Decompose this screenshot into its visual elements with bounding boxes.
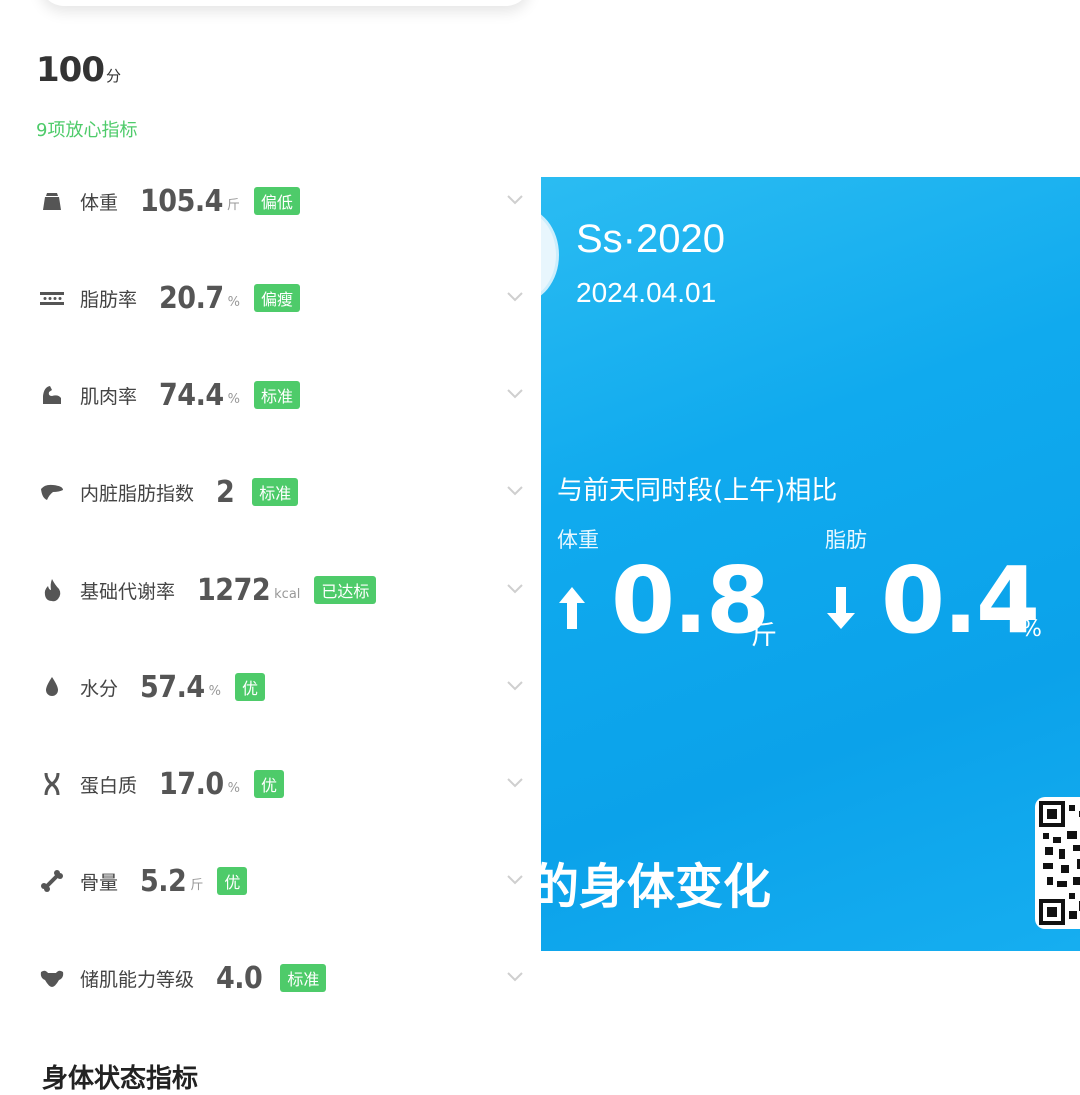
card-username: Ss·2020 xyxy=(576,217,725,261)
card-footer-text: 的身体变化 xyxy=(541,859,772,915)
metric-row-protein[interactable]: 蛋白质 17.0 % 优 xyxy=(36,754,536,814)
metric-value: 5.2 xyxy=(140,863,187,899)
metric-label: 体重 xyxy=(80,191,119,214)
metric-value: 17.0 xyxy=(159,766,224,802)
chevron-down-icon[interactable] xyxy=(506,774,524,793)
chevron-down-icon[interactable] xyxy=(506,968,524,987)
chevron-down-icon[interactable] xyxy=(506,385,524,404)
metric-label: 储肌能力等级 xyxy=(80,968,195,991)
body-fat-icon xyxy=(36,282,68,314)
metric-label: 骨量 xyxy=(80,871,119,894)
muscle-storage-icon xyxy=(36,962,68,994)
qr-code[interactable] xyxy=(1035,797,1080,929)
metric-row-visceral-fat[interactable]: 内脏脂肪指数 2 标准 xyxy=(36,462,536,522)
chevron-down-icon[interactable] xyxy=(506,191,524,210)
metric-row-muscle[interactable]: 肌肉率 74.4 % 标准 xyxy=(36,365,536,425)
metric-value: 20.7 xyxy=(159,280,224,316)
metric-value: 4.0 xyxy=(216,960,263,996)
status-badge: 已达标 xyxy=(314,576,377,604)
status-badge: 标准 xyxy=(280,964,327,992)
metric-label: 肌肉率 xyxy=(80,385,138,408)
status-badge: 标准 xyxy=(253,381,300,409)
fat-change-label: 脂肪 xyxy=(825,528,867,552)
chevron-down-icon[interactable] xyxy=(506,677,524,696)
flame-icon xyxy=(36,574,68,606)
status-badge: 偏低 xyxy=(253,187,300,215)
fat-change-unit: % xyxy=(1021,617,1042,642)
metric-value: 2 xyxy=(216,474,235,510)
metric-label: 内脏脂肪指数 xyxy=(80,482,195,505)
metric-unit: kcal xyxy=(274,587,301,602)
status-badge: 优 xyxy=(253,770,284,798)
metric-label: 脂肪率 xyxy=(80,288,138,311)
status-badge: 偏瘦 xyxy=(253,284,300,312)
water-drop-icon xyxy=(36,671,68,703)
metric-value: 74.4 xyxy=(159,377,224,413)
metric-label: 水分 xyxy=(80,677,119,700)
muscle-icon xyxy=(36,379,68,411)
status-badge: 优 xyxy=(217,867,248,895)
visceral-fat-icon xyxy=(36,476,68,508)
metric-label: 蛋白质 xyxy=(80,774,138,797)
metric-row-water[interactable]: 水分 57.4 % 优 xyxy=(36,657,536,717)
chevron-down-icon[interactable] xyxy=(506,288,524,307)
avatar xyxy=(541,207,559,303)
metric-unit: % xyxy=(227,295,240,310)
metric-row-weight[interactable]: 体重 105.4 斤 偏低 xyxy=(36,171,536,231)
metric-label: 基础代谢率 xyxy=(80,580,176,603)
metric-unit: 斤 xyxy=(190,878,204,893)
metric-value: 105.4 xyxy=(140,183,223,219)
chevron-down-icon[interactable] xyxy=(506,580,524,599)
arrow-up-icon xyxy=(557,585,587,635)
metric-row-muscle-storage[interactable]: 储肌能力等级 4.0 标准 xyxy=(36,948,536,1008)
metric-unit: 斤 xyxy=(226,198,240,213)
metric-unit: % xyxy=(227,392,240,407)
metric-unit: % xyxy=(208,684,221,699)
health-score: 100 分 xyxy=(36,50,121,90)
weight-change-label: 体重 xyxy=(557,528,599,552)
protein-dna-icon xyxy=(36,768,68,800)
fat-change-value: 0.4 xyxy=(881,547,1040,654)
score-subtitle: 9项放心指标 xyxy=(36,120,138,141)
status-badge: 标准 xyxy=(252,478,299,506)
metric-unit: % xyxy=(227,781,240,796)
weight-icon xyxy=(36,185,68,217)
score-unit: 分 xyxy=(105,67,121,85)
compare-title: 与前天同时段(上午)相比 xyxy=(557,476,838,506)
arrow-down-icon xyxy=(825,585,857,635)
card-date: 2024.04.01 xyxy=(576,277,717,308)
score-value: 100 xyxy=(36,50,105,90)
chevron-down-icon[interactable] xyxy=(506,482,524,501)
chevron-down-icon[interactable] xyxy=(506,871,524,890)
metric-value: 1272 xyxy=(197,572,271,608)
section-title: 身体状态指标 xyxy=(42,1064,199,1094)
weight-change-unit: 斤 xyxy=(751,621,778,651)
top-card-edge xyxy=(40,0,530,6)
metric-row-bmr[interactable]: 基础代谢率 1272 kcal 已达标 xyxy=(36,560,536,620)
share-card: Ss·2020 2024.04.01 与前天同时段(上午)相比 体重 0.8 斤… xyxy=(541,177,1080,951)
weight-change-value: 0.8 xyxy=(611,547,770,654)
metric-value: 57.4 xyxy=(140,669,205,705)
metric-row-body-fat[interactable]: 脂肪率 20.7 % 偏瘦 xyxy=(36,268,536,328)
status-badge: 优 xyxy=(234,673,265,701)
metric-row-bone[interactable]: 骨量 5.2 斤 优 xyxy=(36,851,536,911)
bone-icon xyxy=(36,865,68,897)
